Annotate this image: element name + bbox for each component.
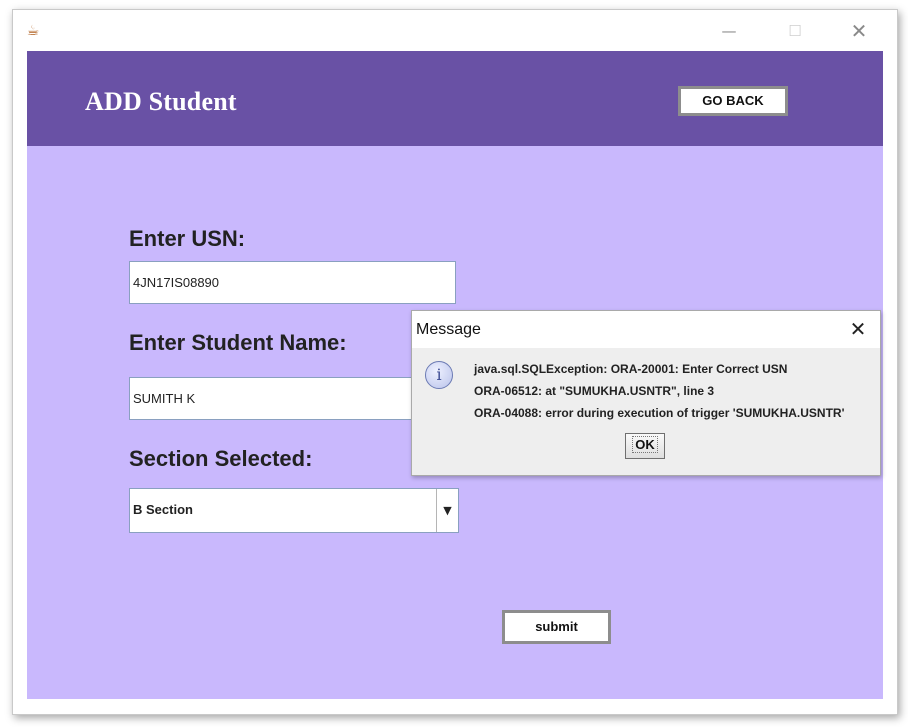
dialog-message-line: ORA-04088: error during execution of tri… bbox=[474, 406, 845, 420]
info-icon: i bbox=[425, 361, 453, 389]
chevron-down-icon[interactable]: ▼ bbox=[436, 489, 458, 532]
header-bar: ADD Student GO BACK bbox=[27, 51, 883, 146]
ok-button-label: OK bbox=[632, 436, 658, 453]
submit-button[interactable]: submit bbox=[502, 610, 611, 644]
usn-label: Enter USN: bbox=[129, 226, 246, 251]
student-name-label: Enter Student Name: bbox=[129, 330, 347, 355]
close-button[interactable]: ✕ bbox=[839, 18, 879, 44]
minimize-button[interactable]: — bbox=[709, 18, 749, 44]
dialog-close-icon[interactable]: ✕ bbox=[844, 316, 872, 342]
dialog-message-line: java.sql.SQLException: ORA-20001: Enter … bbox=[474, 362, 788, 376]
section-selected-value: B Section bbox=[133, 502, 193, 517]
dialog-title: Message bbox=[416, 321, 481, 338]
window-titlebar: ☕ — ☐ ✕ bbox=[13, 10, 897, 50]
section-label: Section Selected: bbox=[129, 446, 313, 471]
dialog-titlebar: Message ✕ bbox=[412, 311, 880, 348]
java-cup-icon: ☕ bbox=[26, 23, 40, 39]
section-dropdown[interactable]: B Section ▼ bbox=[129, 488, 459, 533]
ok-button[interactable]: OK bbox=[625, 433, 665, 459]
message-dialog: Message ✕ i java.sql.SQLException: ORA-2… bbox=[411, 310, 881, 476]
usn-input[interactable] bbox=[129, 261, 456, 304]
maximize-button[interactable]: ☐ bbox=[775, 18, 815, 44]
go-back-button[interactable]: GO BACK bbox=[678, 86, 788, 116]
dialog-message-line: ORA-06512: at "SUMUKHA.USNTR", line 3 bbox=[474, 384, 715, 398]
page-title: ADD Student bbox=[85, 87, 237, 116]
student-name-input[interactable] bbox=[129, 377, 456, 420]
